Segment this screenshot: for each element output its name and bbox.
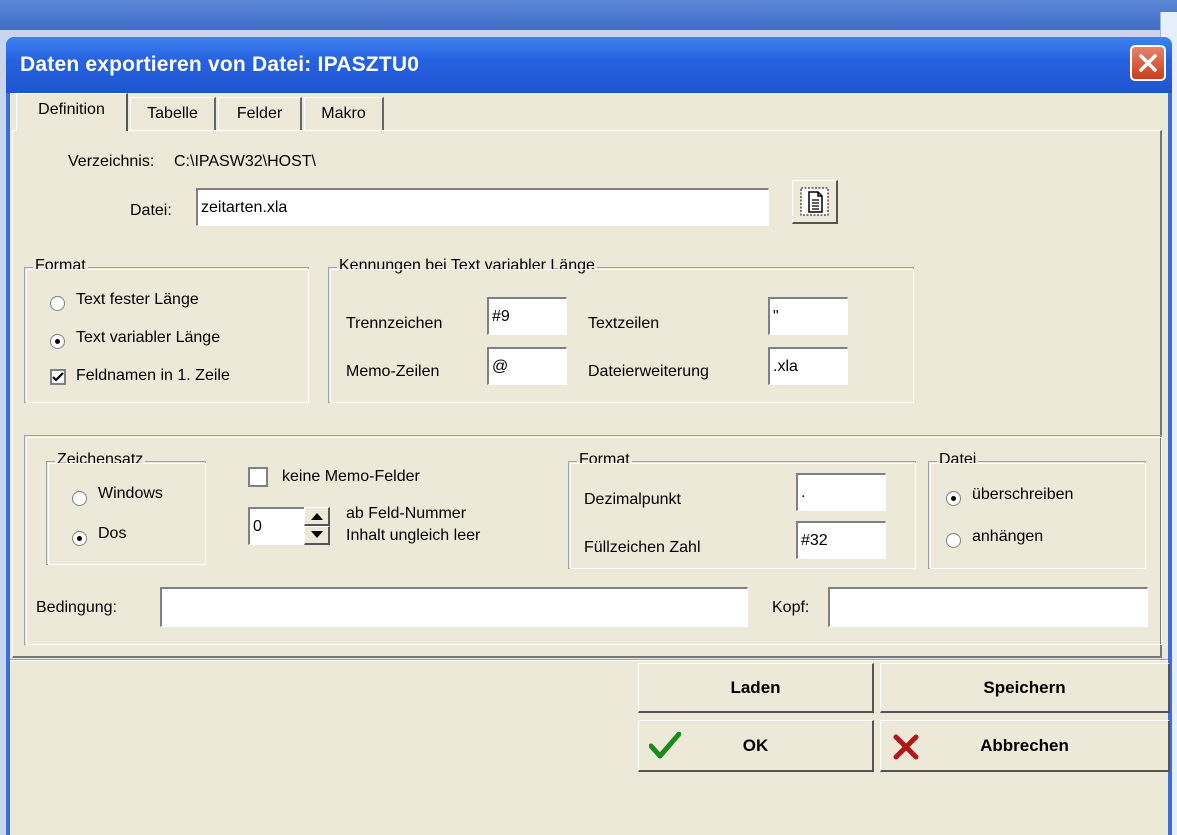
ueberschreiben-label: überschreiben: [972, 486, 1074, 503]
inhalt-label: Inhalt ungleich leer: [346, 527, 481, 544]
dateierweiterung-label: Dateierweiterung: [588, 363, 709, 380]
memo-zeilen-label: Memo-Zeilen: [346, 363, 440, 380]
tab-makro[interactable]: Makro: [304, 97, 384, 131]
fuellzeichen-input[interactable]: [796, 521, 886, 559]
format-group-title: Format: [33, 257, 88, 275]
trennzeichen-input[interactable]: [487, 297, 567, 335]
close-button[interactable]: [1130, 45, 1166, 81]
dialog-client: Definition Tabelle Felder Makro Verzeich…: [10, 93, 1170, 835]
format2-group-title: Format: [577, 451, 632, 469]
checkbox-feldnamen[interactable]: [50, 369, 66, 385]
verzeichnis-label: Verzeichnis:: [68, 153, 155, 170]
dialog-window: Daten exportieren von Datei: IPASZTU0 De…: [6, 37, 1172, 835]
ok-button[interactable]: OK: [638, 720, 874, 772]
file-browse-icon: [800, 187, 829, 216]
feldnamen-label: Feldnamen in 1. Zeile: [76, 367, 230, 384]
bottom-separator: [10, 659, 1168, 661]
kopf-label: Kopf:: [772, 599, 810, 616]
abbrechen-label: Abbrechen: [980, 736, 1069, 755]
desktop-strip: [0, 0, 1177, 30]
memo-zeilen-input[interactable]: [487, 347, 567, 385]
dateierweiterung-input[interactable]: [768, 347, 848, 385]
radio-text-variabler-laenge[interactable]: [50, 334, 65, 349]
datei-label: Datei:: [130, 202, 172, 219]
dezimalpunkt-input[interactable]: [796, 473, 886, 511]
zeichensatz-group-title: Zeichensatz: [55, 451, 146, 469]
datei-group-title: Datei: [937, 451, 979, 469]
checkbox-keine-memo[interactable]: [248, 467, 268, 487]
zeichensatz-group: Zeichensatz: [46, 451, 206, 565]
tab-tabelle[interactable]: Tabelle: [130, 97, 216, 131]
kennungen-group-title: Kennungen bei Text variabler Länge: [337, 257, 597, 275]
browse-file-button[interactable]: [792, 180, 838, 224]
title-bar[interactable]: Daten exportieren von Datei: IPASZTU0: [6, 37, 1172, 93]
abbrechen-button[interactable]: Abbrechen: [880, 720, 1170, 772]
anhaengen-label: anhängen: [972, 528, 1044, 545]
x-icon: [893, 734, 919, 760]
checkmark-icon: [649, 732, 681, 759]
feldnummer-label: ab Feld-Nummer: [346, 505, 467, 522]
laden-button[interactable]: Laden: [638, 663, 874, 713]
radio-anhaengen[interactable]: [946, 533, 961, 548]
keine-memo-label: keine Memo-Felder: [282, 468, 420, 485]
text-variabler-laenge-label: Text variabler Länge: [76, 329, 221, 346]
ok-label: OK: [742, 736, 769, 755]
spinner-up-icon: [311, 513, 323, 520]
datei-group: Datei: [928, 451, 1146, 569]
close-icon: [1139, 54, 1157, 72]
trennzeichen-label: Trennzeichen: [346, 315, 443, 332]
dezimalpunkt-label: Dezimalpunkt: [584, 491, 681, 508]
kopf-input[interactable]: [828, 587, 1148, 627]
radio-windows[interactable]: [72, 491, 87, 506]
check-icon: [52, 372, 64, 382]
tab-definition[interactable]: Definition: [16, 93, 128, 131]
bedingung-input[interactable]: [160, 587, 748, 627]
bedingung-label: Bedingung:: [36, 599, 117, 616]
text-fester-laenge-label: Text fester Länge: [76, 291, 199, 308]
windows-label: Windows: [98, 485, 163, 502]
radio-text-fester-laenge[interactable]: [50, 296, 65, 311]
verzeichnis-value: C:\IPASW32\HOST\: [174, 153, 316, 170]
textzeilen-label: Textzeilen: [588, 315, 660, 332]
radio-ueberschreiben[interactable]: [946, 491, 961, 506]
feldnummer-input[interactable]: [248, 507, 306, 545]
datei-input[interactable]: [196, 188, 769, 226]
dos-label: Dos: [98, 525, 127, 542]
spinner-up-button[interactable]: [304, 507, 330, 526]
tab-felder[interactable]: Felder: [218, 97, 302, 131]
radio-dos[interactable]: [72, 531, 87, 546]
spinner-down-button[interactable]: [304, 526, 330, 545]
speichern-button[interactable]: Speichern: [880, 663, 1170, 713]
spinner-down-icon: [311, 531, 323, 538]
fuellzeichen-label: Füllzeichen Zahl: [584, 539, 701, 556]
window-title: Daten exportieren von Datei: IPASZTU0: [20, 53, 420, 76]
textzeilen-input[interactable]: [768, 297, 848, 335]
